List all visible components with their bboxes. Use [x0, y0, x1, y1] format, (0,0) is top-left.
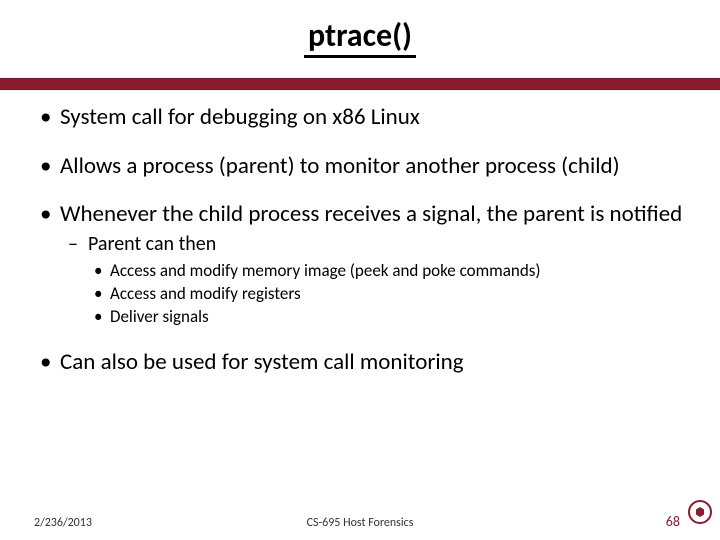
bullet-list-level3: Access and modify memory image (peek and… [88, 260, 686, 328]
bullet-text: Whenever the child process receives a si… [60, 200, 682, 228]
footer: 2/236/2013 CS-695 Host Forensics 68 [0, 508, 720, 530]
bullet-item: System call for debugging on x86 Linux [34, 104, 686, 130]
slide: ptrace() System call for debugging on x8… [0, 0, 720, 540]
logo-circle [688, 500, 712, 524]
accent-bar [0, 78, 720, 90]
bullet-item: Access and modify registers [88, 283, 686, 304]
bullet-item: Deliver signals [88, 306, 686, 327]
bullet-item: Can also be used for system call monitor… [34, 349, 686, 375]
bullet-list-level2: Parent can then Access and modify memory… [60, 232, 686, 328]
page-number: 68 [666, 513, 680, 530]
bullet-item: Whenever the child process receives a si… [34, 201, 686, 327]
title-wrap: ptrace() [0, 0, 720, 58]
bullet-list-level1: System call for debugging on x86 Linux A… [34, 104, 686, 376]
footer-course: CS-695 Host Forensics [0, 516, 720, 530]
bullet-item: Allows a process (parent) to monitor ano… [34, 153, 686, 179]
slide-title: ptrace() [304, 18, 416, 58]
content-area: System call for debugging on x86 Linux A… [0, 90, 720, 376]
university-logo-icon [688, 500, 716, 528]
bullet-text: Parent can then [88, 232, 216, 256]
bullet-item: Parent can then Access and modify memory… [60, 232, 686, 328]
bullet-item: Access and modify memory image (peek and… [88, 260, 686, 281]
